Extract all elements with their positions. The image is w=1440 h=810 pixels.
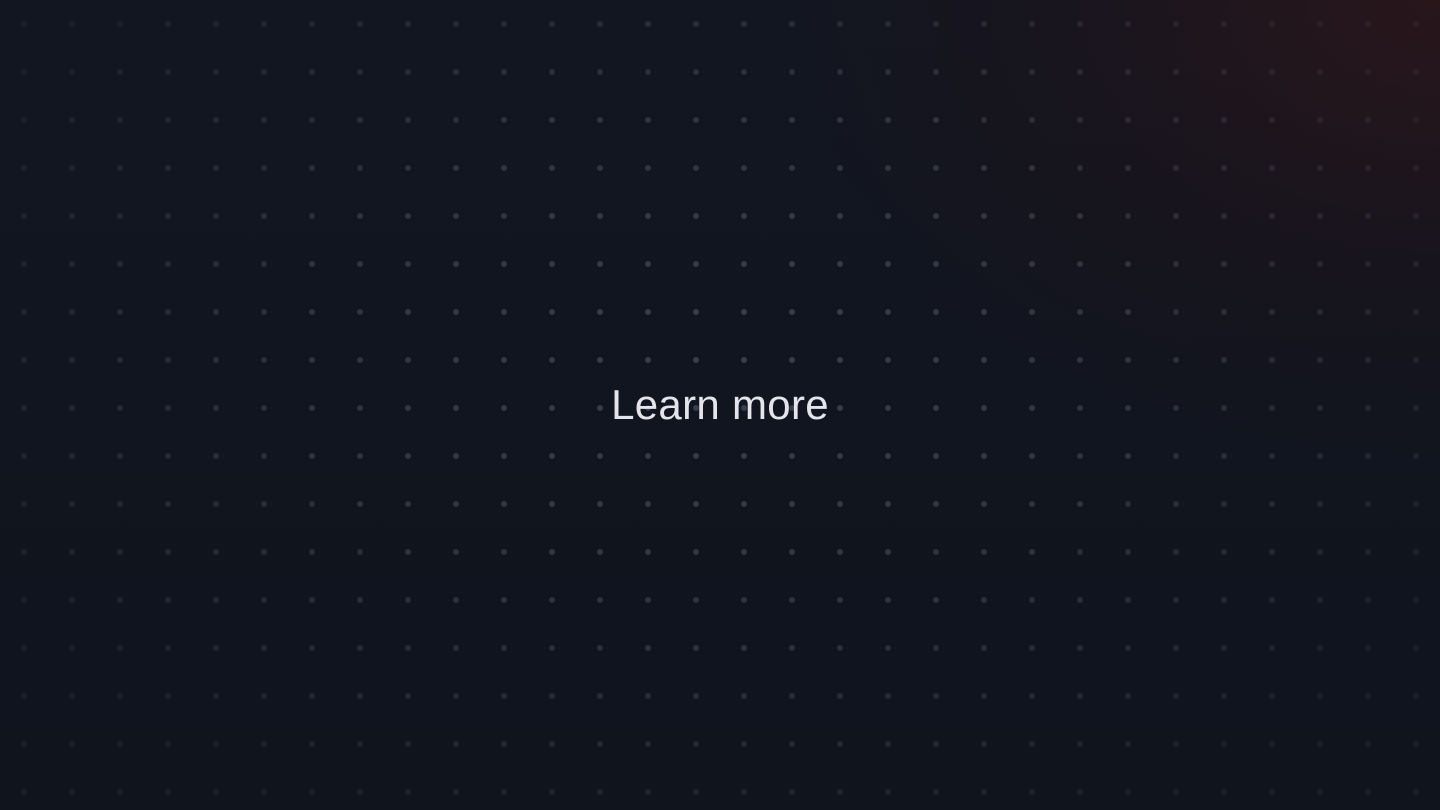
learn-more-link[interactable]: Learn more — [611, 381, 829, 429]
